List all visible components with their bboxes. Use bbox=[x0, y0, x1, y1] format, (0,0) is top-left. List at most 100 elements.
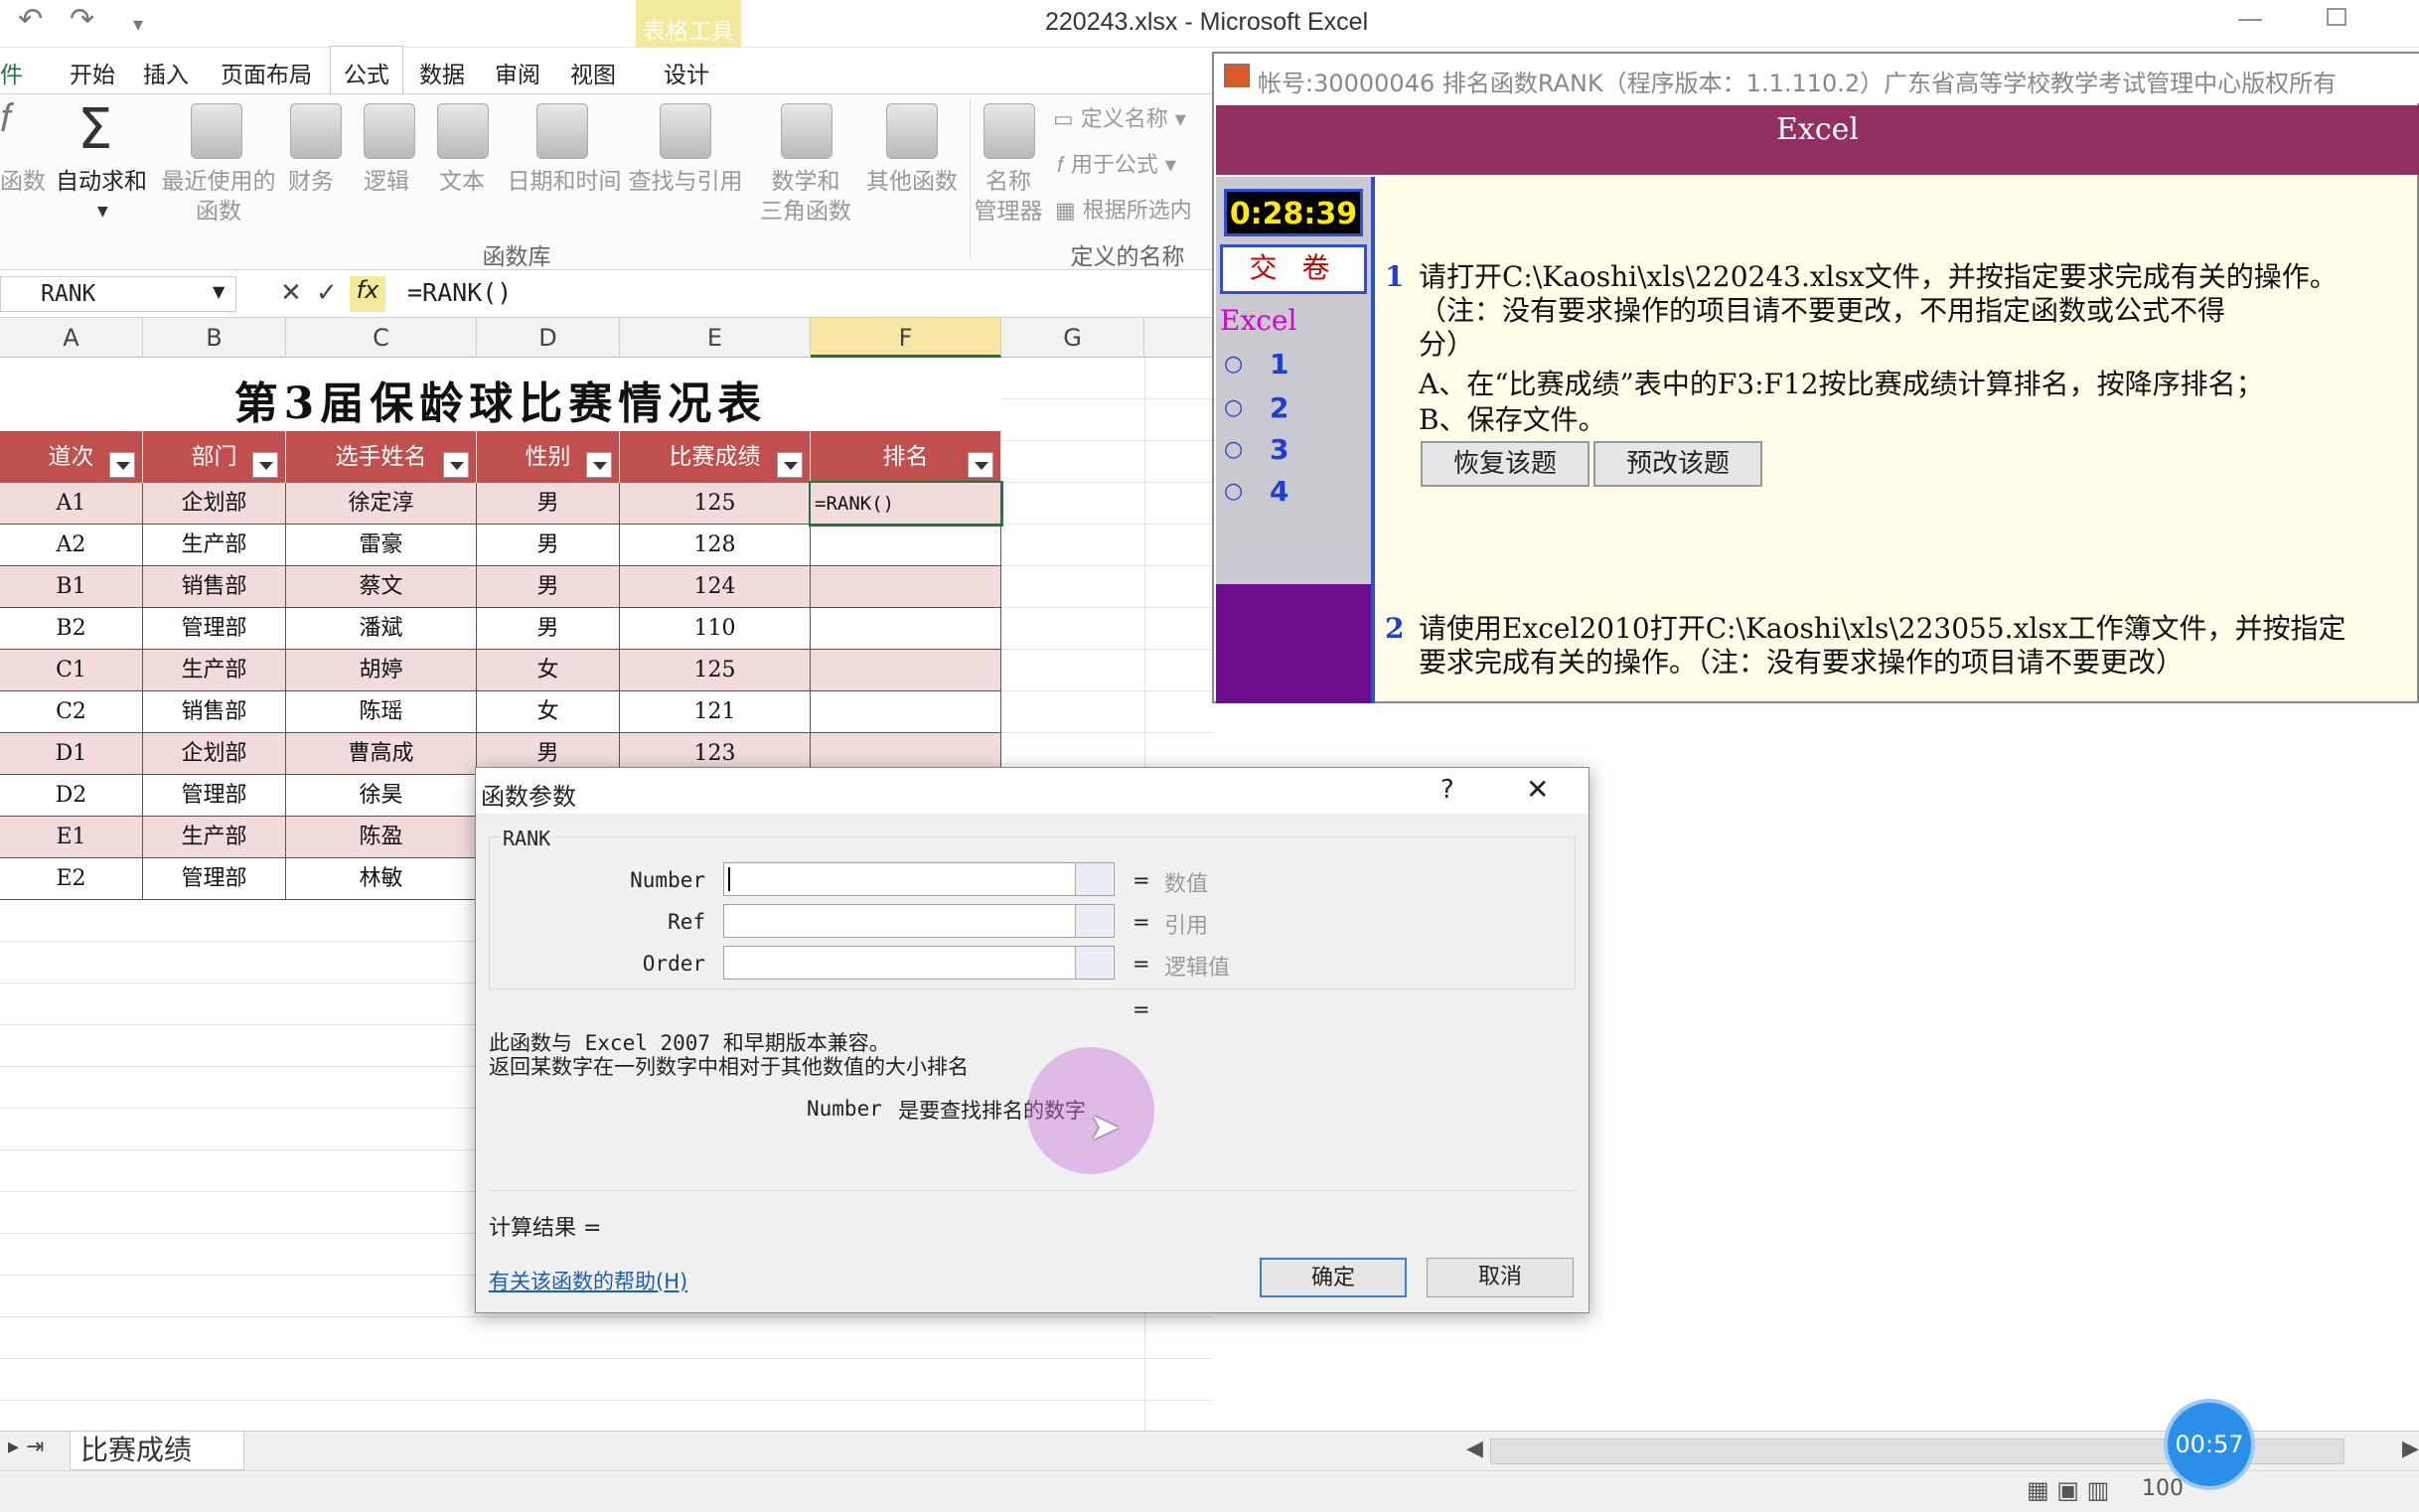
filter-dropdown-icon[interactable] bbox=[968, 452, 993, 478]
math-trig-icon[interactable] bbox=[781, 103, 832, 159]
col-header-f[interactable]: F bbox=[811, 318, 1001, 358]
table-cell[interactable]: =RANK() bbox=[809, 481, 1003, 527]
table-cell[interactable]: D2 bbox=[0, 775, 143, 817]
table-cell[interactable]: 林敏 bbox=[286, 858, 477, 900]
logical-button[interactable]: 逻辑 bbox=[364, 167, 409, 197]
use-in-formula-button[interactable]: 𝑓 用于公式 ▾ bbox=[1057, 151, 1176, 181]
number-input[interactable] bbox=[723, 862, 1115, 896]
recent-functions-label2[interactable]: 函数 bbox=[157, 197, 280, 227]
logical-icon[interactable] bbox=[364, 103, 415, 159]
tab-home[interactable]: 开始 bbox=[70, 56, 115, 89]
table-cell[interactable]: E1 bbox=[0, 817, 143, 858]
financial-icon[interactable] bbox=[290, 103, 342, 159]
recent-functions-button[interactable]: 最近使用的 bbox=[157, 167, 280, 197]
col-header-d[interactable]: D bbox=[477, 318, 620, 358]
table-cell[interactable]: 男 bbox=[477, 525, 620, 566]
close-icon[interactable]: ✕ bbox=[1526, 773, 1549, 806]
more-functions-icon[interactable] bbox=[886, 103, 938, 159]
table-cell[interactable]: 男 bbox=[477, 566, 620, 608]
table-cell[interactable]: 管理部 bbox=[143, 608, 286, 650]
text-functions-icon[interactable] bbox=[437, 103, 489, 159]
math-trig-label2[interactable]: 三角函数 bbox=[751, 197, 860, 227]
table-cell[interactable]: 女 bbox=[477, 650, 620, 691]
filter-dropdown-icon[interactable] bbox=[252, 452, 278, 478]
col-header-g[interactable]: G bbox=[1001, 318, 1144, 358]
table-cell[interactable]: 徐昊 bbox=[286, 775, 477, 817]
table-cell[interactable]: 曹高成 bbox=[286, 733, 477, 775]
undo-icon[interactable]: ↶ bbox=[18, 2, 43, 37]
table-cell[interactable] bbox=[811, 691, 1001, 733]
filter-dropdown-icon[interactable] bbox=[109, 452, 135, 478]
table-cell[interactable] bbox=[811, 525, 1001, 566]
sheet-nav-icon[interactable]: ▸ ⇥ bbox=[8, 1435, 44, 1459]
filter-dropdown-icon[interactable] bbox=[777, 452, 803, 478]
radio-icon[interactable]: ○ bbox=[1224, 437, 1243, 462]
table-cell[interactable]: A1 bbox=[0, 483, 143, 525]
text-functions-button[interactable]: 文本 bbox=[439, 167, 485, 197]
financial-button[interactable]: 财务 bbox=[288, 167, 334, 197]
table-cell[interactable]: E2 bbox=[0, 858, 143, 900]
scroll-left-icon[interactable]: ◀ bbox=[1466, 1436, 1483, 1461]
datetime-button[interactable]: 日期和时间 bbox=[501, 167, 628, 197]
restore-question-button[interactable]: 恢复该题 bbox=[1421, 441, 1589, 487]
table-cell[interactable] bbox=[811, 650, 1001, 691]
table-cell[interactable]: 男 bbox=[477, 608, 620, 650]
name-box-dropdown-icon[interactable]: ▼ bbox=[213, 282, 225, 301]
function-help-link[interactable]: 有关该函数的帮助(H) bbox=[489, 1266, 687, 1295]
lookup-icon[interactable] bbox=[660, 103, 711, 159]
tab-data[interactable]: 数据 bbox=[419, 56, 465, 89]
insert-function-fx-icon[interactable]: fx bbox=[350, 276, 385, 312]
table-cell[interactable]: C2 bbox=[0, 691, 143, 733]
table-cell[interactable]: C1 bbox=[0, 650, 143, 691]
name-box[interactable]: RANK bbox=[0, 276, 236, 312]
table-cell[interactable]: 潘斌 bbox=[286, 608, 477, 650]
ok-button[interactable]: 确定 bbox=[1260, 1258, 1407, 1297]
minimize-icon[interactable]: — bbox=[2237, 4, 2263, 34]
recent-functions-icon[interactable] bbox=[191, 103, 242, 159]
table-cell[interactable] bbox=[811, 566, 1001, 608]
tab-page-layout[interactable]: 页面布局 bbox=[221, 56, 312, 89]
table-cell[interactable]: 企划部 bbox=[143, 483, 286, 525]
insert-function-icon[interactable]: 𝑓 bbox=[0, 98, 12, 138]
question-link-3[interactable]: 3 bbox=[1270, 433, 1288, 466]
table-cell[interactable]: 女 bbox=[477, 691, 620, 733]
more-functions-button[interactable]: 其他函数 bbox=[864, 167, 960, 197]
tab-design[interactable]: 设计 bbox=[664, 56, 709, 89]
question-link-2[interactable]: 2 bbox=[1270, 391, 1288, 424]
define-name-button[interactable]: ▭ 定义名称 ▾ bbox=[1053, 105, 1186, 135]
filter-dropdown-icon[interactable] bbox=[586, 452, 612, 478]
formula-input[interactable]: =RANK() bbox=[407, 278, 512, 307]
range-picker-icon[interactable] bbox=[1075, 863, 1113, 895]
range-picker-icon[interactable] bbox=[1075, 947, 1113, 979]
ref-input[interactable] bbox=[723, 904, 1115, 938]
preview-question-button[interactable]: 预改该题 bbox=[1593, 441, 1762, 487]
scroll-right-icon[interactable]: ▶ bbox=[2402, 1436, 2419, 1461]
filter-dropdown-icon[interactable] bbox=[443, 452, 469, 478]
tab-view[interactable]: 视图 bbox=[570, 56, 616, 89]
table-cell[interactable]: 管理部 bbox=[143, 858, 286, 900]
table-cell[interactable]: B1 bbox=[0, 566, 143, 608]
lookup-button[interactable]: 查找与引用 bbox=[624, 167, 747, 197]
range-picker-icon[interactable] bbox=[1075, 905, 1113, 937]
name-manager-icon[interactable] bbox=[983, 103, 1035, 159]
table-cell[interactable]: 胡婷 bbox=[286, 650, 477, 691]
order-input[interactable] bbox=[723, 946, 1115, 980]
radio-icon[interactable]: ○ bbox=[1224, 395, 1243, 420]
table-cell[interactable]: 128 bbox=[620, 525, 811, 566]
submit-exam-button[interactable]: 交 卷 bbox=[1220, 244, 1367, 294]
insert-function-label[interactable]: 函数 bbox=[0, 167, 46, 197]
datetime-icon[interactable] bbox=[536, 103, 588, 159]
tab-review[interactable]: 审阅 bbox=[495, 56, 540, 89]
autosum-dropdown-icon[interactable]: ▼ bbox=[97, 197, 108, 227]
table-cell[interactable]: 管理部 bbox=[143, 775, 286, 817]
col-header-b[interactable]: B bbox=[143, 318, 286, 358]
enter-formula-icon[interactable]: ✓ bbox=[316, 278, 338, 308]
table-cell[interactable]: 生产部 bbox=[143, 525, 286, 566]
restore-icon[interactable] bbox=[2327, 8, 2346, 26]
tab-insert[interactable]: 插入 bbox=[143, 56, 189, 89]
sigma-icon[interactable]: Σ bbox=[77, 95, 112, 165]
table-cell[interactable]: 男 bbox=[477, 483, 620, 525]
table-cell[interactable]: 生产部 bbox=[143, 817, 286, 858]
table-cell[interactable]: A2 bbox=[0, 525, 143, 566]
table-cell[interactable]: 销售部 bbox=[143, 691, 286, 733]
